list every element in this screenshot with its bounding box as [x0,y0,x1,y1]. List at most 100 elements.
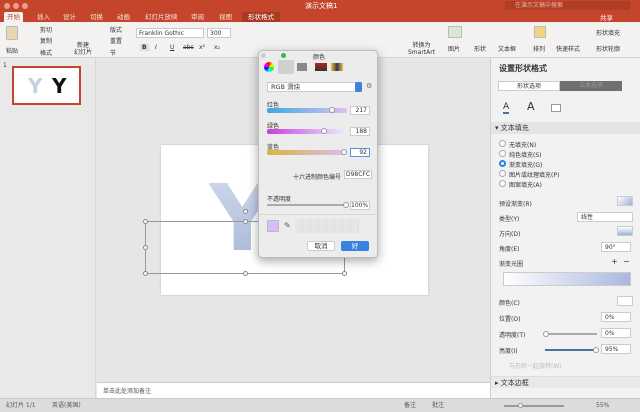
position-input[interactable]: 0% [601,312,631,322]
eyedropper-icon[interactable]: ✎ [284,221,291,230]
red-input[interactable]: 217 [350,106,370,115]
tab-design[interactable]: 设计 [60,12,79,22]
underline-button[interactable]: U [170,44,174,51]
crayons-icon[interactable] [331,63,343,71]
bold-button[interactable]: B [140,44,149,51]
notes-button[interactable]: 备注 [404,399,416,412]
text-fill-icon[interactable]: A [503,102,510,114]
copy-button[interactable]: 复制 [40,36,52,45]
resize-handle[interactable] [243,271,248,276]
radio-no-fill[interactable] [499,140,506,147]
shape-fill-button[interactable]: 形状填充 [596,28,620,37]
opacity-slider[interactable] [267,202,349,208]
strikethrough-button[interactable]: abc [183,44,194,51]
remove-stop-button[interactable]: − [623,257,630,266]
reset-button[interactable]: 重置 [110,36,122,45]
italic-button[interactable]: I [155,44,157,51]
superscript-button[interactable]: x² [199,44,205,51]
close-window-button[interactable] [4,3,10,9]
cut-button[interactable]: 剪切 [40,25,52,34]
font-size-select[interactable]: 300 [207,28,231,38]
green-input[interactable]: 188 [350,127,370,136]
red-slider[interactable] [267,107,347,113]
tab-review[interactable]: 审阅 [188,12,207,22]
gradient-stops-bar[interactable] [503,272,631,286]
tab-view[interactable]: 视图 [216,12,235,22]
tab-slideshow[interactable]: 幻灯片放映 [142,12,181,22]
tab-text-options[interactable]: 文本选项 [560,81,622,91]
color-picker-button[interactable] [617,296,633,306]
zoom-dialog-button[interactable] [281,53,286,58]
radio-gradient-fill[interactable] [499,160,506,167]
green-slider[interactable] [267,128,347,134]
format-painter-button[interactable]: 格式 [40,48,52,57]
shape-button[interactable]: 形状 [474,44,486,53]
transparency-slider[interactable] [543,331,597,337]
add-stop-button[interactable]: + [611,257,618,266]
notes-input[interactable]: 单击此处添加备注 [97,382,490,398]
resize-handle[interactable] [243,219,248,224]
paste-button[interactable]: 粘贴 [6,46,18,55]
textbox-icon[interactable] [551,104,561,112]
color-wheel-icon[interactable] [264,62,274,72]
cancel-button[interactable]: 取消 [307,241,335,251]
hex-input[interactable]: D98CFC [344,170,372,179]
tab-animations[interactable]: 动画 [114,12,133,22]
tab-transitions[interactable]: 切换 [87,12,106,22]
close-dialog-button[interactable] [261,53,266,58]
rotate-handle[interactable] [243,209,248,214]
search-input[interactable]: 在演示文稿中搜索 [505,1,630,10]
direction-picker[interactable] [617,226,633,236]
color-sliders-icon[interactable] [278,60,294,74]
angle-input[interactable]: 90° [601,242,631,252]
convert-smartart-button[interactable]: 转换为 SmartArt [408,42,435,56]
shape-outline-button[interactable]: 形状轮廓 [596,44,620,53]
picture-button[interactable]: 图片 [448,44,460,53]
rotate-with-shape-checkbox[interactable]: 与形状一起旋转(W) [509,361,562,370]
radio-pattern-fill[interactable] [499,180,506,187]
quick-styles-button[interactable]: 快速样式 [556,44,580,53]
opacity-input[interactable]: 100% [350,201,370,210]
color-mode-select[interactable]: RGB 滑块 [267,82,362,92]
share-button[interactable]: 共享 [600,12,613,22]
blue-slider[interactable] [267,149,347,155]
section-text-fill[interactable]: ▾ 文本填充 [491,122,640,134]
brightness-slider[interactable] [545,347,599,353]
brightness-input[interactable]: 95% [601,344,631,354]
ok-button[interactable]: 好 [341,241,369,251]
resize-handle[interactable] [143,245,148,250]
tab-home[interactable]: 开始 [4,12,23,22]
new-slide-button[interactable]: 新建 幻灯片 [74,42,92,56]
layout-button[interactable]: 版式 [110,25,122,34]
color-swatch-grid[interactable] [295,219,359,233]
image-palettes-icon[interactable] [315,63,327,71]
minimize-window-button[interactable] [13,3,19,9]
tab-insert[interactable]: 插入 [34,12,53,22]
tab-shape-format[interactable]: 形状格式 [242,12,280,22]
textbox-button[interactable]: 文本框 [498,44,516,53]
arrange-button[interactable]: 排列 [533,44,545,53]
radio-label: 图案填充(A) [509,182,542,189]
color-palettes-icon[interactable] [297,63,307,71]
radio-picture-fill[interactable] [499,170,506,177]
slide-thumbnail[interactable]: Y Y [12,66,81,105]
tab-shape-options[interactable]: 形状选项 [498,81,560,91]
transparency-input[interactable]: 0% [601,328,631,338]
preset-gradient-picker[interactable] [617,196,633,206]
maximize-window-button[interactable] [22,3,28,9]
comments-button[interactable]: 批注 [432,399,444,412]
type-select[interactable]: 线性 [577,212,633,222]
zoom-slider[interactable] [504,403,564,408]
resize-handle[interactable] [143,219,148,224]
subscript-button[interactable]: x₂ [214,44,220,51]
blue-input[interactable]: 92 [350,148,370,157]
gear-icon[interactable]: ⚙ [366,82,372,90]
resize-handle[interactable] [342,271,347,276]
section-text-border[interactable]: ▸ 文本边框 [491,376,640,388]
font-family-select[interactable]: Franklin Gothic [136,28,204,38]
text-outline-icon[interactable]: A [527,100,535,113]
resize-handle[interactable] [143,271,148,276]
current-color-swatch[interactable] [267,220,279,232]
section-button[interactable]: 节 [110,48,116,57]
radio-solid-fill[interactable] [499,150,506,157]
